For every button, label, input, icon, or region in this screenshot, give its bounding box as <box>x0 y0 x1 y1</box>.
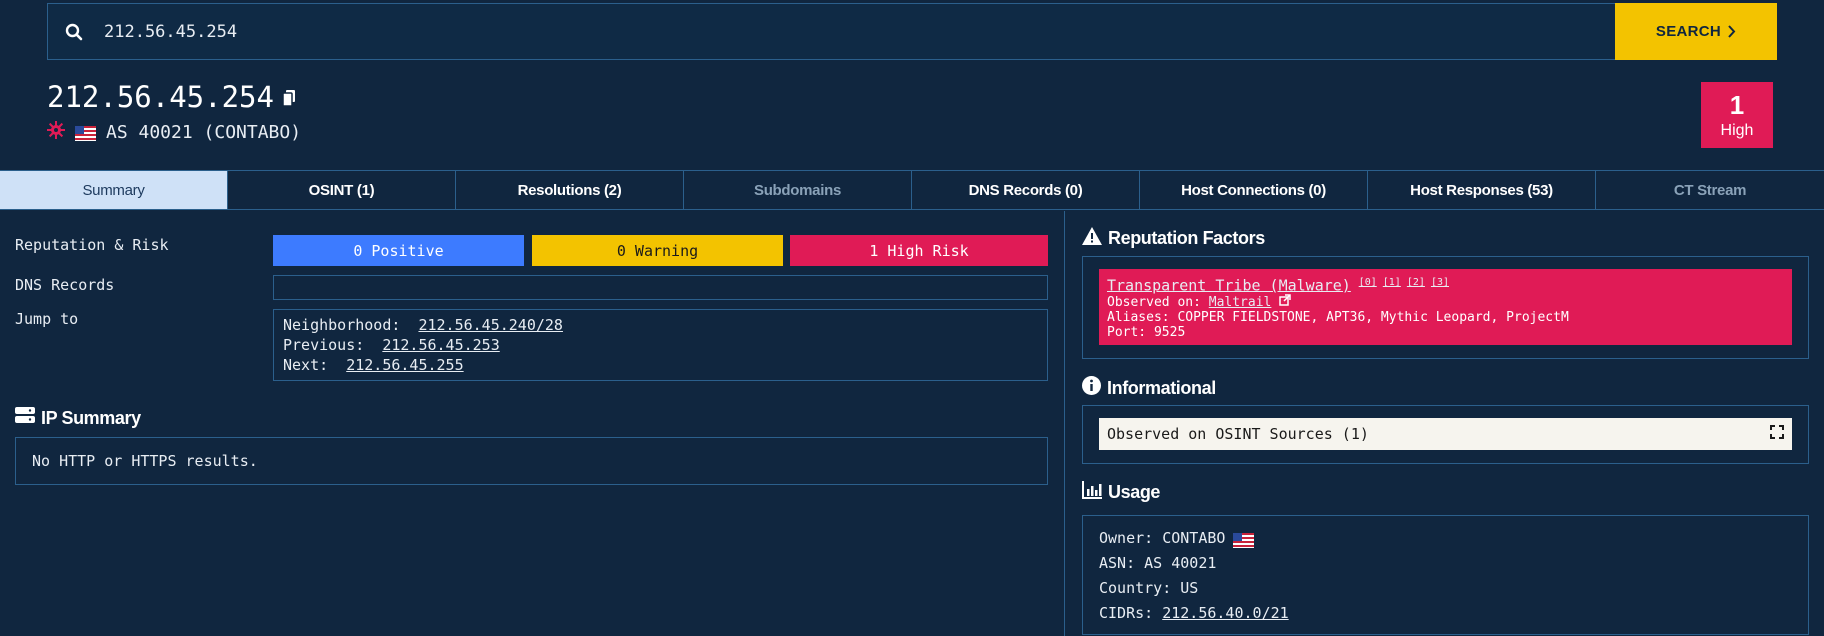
cidrs-label: CIDRs: <box>1099 604 1154 622</box>
owner-row: Owner: CONTABO <box>1099 526 1792 551</box>
previous-row: Previous: 212.56.45.253 <box>283 335 1038 355</box>
us-flag-icon <box>1233 531 1255 548</box>
copy-icon[interactable] <box>282 80 296 114</box>
reputation-factors-title: Reputation Factors <box>1108 228 1265 248</box>
chevron-right-icon <box>1728 25 1736 38</box>
usage-heading: Usage <box>1082 481 1160 504</box>
search-input[interactable] <box>100 4 1727 59</box>
reputation-factor-card: Transparent Tribe (Malware) [0] [1] [2] … <box>1099 269 1792 345</box>
risk-level: High <box>1720 121 1754 139</box>
ip-subtitle: AS 40021 (CONTABO) <box>47 121 301 144</box>
reputation-factors-box: Transparent Tribe (Malware) [0] [1] [2] … <box>1082 256 1809 359</box>
previous-link[interactable]: 212.56.45.253 <box>382 336 499 354</box>
next-link[interactable]: 212.56.45.255 <box>346 356 463 374</box>
search-button-label: SEARCH <box>1655 23 1722 40</box>
tab-resolutions[interactable]: Resolutions (2) <box>456 171 684 209</box>
informational-box: Observed on OSINT Sources (1) <box>1082 405 1809 464</box>
tab-subdomains[interactable]: Subdomains <box>684 171 912 209</box>
panel-divider <box>1064 211 1065 636</box>
warning-icon <box>1082 227 1102 250</box>
ref-link-2[interactable]: [2] <box>1407 277 1425 288</box>
tab-ct-stream[interactable]: CT Stream <box>1596 171 1824 209</box>
server-icon <box>15 407 35 429</box>
external-link-icon[interactable] <box>1279 294 1291 310</box>
ip-address: 212.56.45.254 <box>47 80 274 114</box>
ref-link-0[interactable]: [0] <box>1359 277 1377 288</box>
next-label: Next: <box>283 356 329 374</box>
expand-icon[interactable] <box>1770 425 1784 443</box>
jump-to-label: Jump to <box>15 310 79 328</box>
reputation-factors-heading: Reputation Factors <box>1082 227 1265 250</box>
warning-badge: 0 Warning <box>532 235 783 266</box>
reputation-label: Reputation & Risk <box>15 236 169 254</box>
neighborhood-link[interactable]: 212.56.45.240/28 <box>418 316 563 334</box>
osint-sources-text: Observed on OSINT Sources (1) <box>1107 425 1369 443</box>
port-text: Port: 9525 <box>1107 325 1186 341</box>
tab-dns-records[interactable]: DNS Records (0) <box>912 171 1140 209</box>
tab-osint[interactable]: OSINT (1) <box>228 171 456 209</box>
tab-bar: Summary OSINT (1) Resolutions (2) Subdom… <box>0 170 1824 210</box>
malware-icon <box>47 121 65 144</box>
owner-text: Owner: CONTABO <box>1099 529 1226 547</box>
observed-row: Observed on: Maltrail <box>1107 294 1784 310</box>
dns-records-box <box>273 275 1048 300</box>
cidrs-row: CIDRs: 212.56.40.0/21 <box>1099 601 1792 626</box>
ip-summary-heading: IP Summary <box>15 407 141 429</box>
ref-link-3[interactable]: [3] <box>1431 277 1449 288</box>
ip-summary-title: IP Summary <box>41 407 141 428</box>
asn-text: AS 40021 (CONTABO) <box>106 122 302 143</box>
ref-link-1[interactable]: [1] <box>1383 277 1401 288</box>
osint-sources-item[interactable]: Observed on OSINT Sources (1) <box>1099 418 1792 450</box>
chart-bar-icon <box>1082 481 1102 504</box>
info-icon <box>1082 376 1101 400</box>
high-risk-badge: 1 High Risk <box>790 235 1048 266</box>
usage-title: Usage <box>1108 482 1161 502</box>
previous-label: Previous: <box>283 336 365 354</box>
malware-name-link[interactable]: Transparent Tribe (Malware) <box>1107 276 1351 294</box>
search-icon <box>48 3 100 60</box>
informational-heading: Informational <box>1082 376 1216 400</box>
usage-box: Owner: CONTABO ASN: AS 40021 Country: US… <box>1082 515 1809 635</box>
search-button[interactable]: SEARCH <box>1615 3 1777 60</box>
maltrail-link[interactable]: Maltrail <box>1209 295 1272 310</box>
positive-badge: 0 Positive <box>273 235 524 266</box>
cidrs-link[interactable]: 212.56.40.0/21 <box>1162 604 1288 622</box>
ip-summary-box: No HTTP or HTTPS results. <box>15 437 1048 485</box>
tab-host-responses[interactable]: Host Responses (53) <box>1368 171 1596 209</box>
observed-label: Observed on: <box>1107 295 1201 311</box>
next-row: Next: 212.56.45.255 <box>283 355 1038 375</box>
us-flag-icon <box>75 125 96 141</box>
asn-row: ASN: AS 40021 <box>1099 554 1217 572</box>
jump-to-box: Neighborhood: 212.56.45.240/28 Previous:… <box>273 309 1048 381</box>
risk-badge: 1 High <box>1701 82 1773 148</box>
tab-summary[interactable]: Summary <box>0 171 228 209</box>
dns-records-label: DNS Records <box>15 276 115 294</box>
risk-count: 1 <box>1729 89 1745 120</box>
country-row: Country: US <box>1099 579 1199 597</box>
informational-title: Informational <box>1107 377 1216 398</box>
page-title: 212.56.45.254 <box>47 80 296 114</box>
neighborhood-row: Neighborhood: 212.56.45.240/28 <box>283 315 1038 335</box>
tab-host-connections[interactable]: Host Connections (0) <box>1140 171 1368 209</box>
ip-summary-message: No HTTP or HTTPS results. <box>32 452 258 470</box>
aliases-text: Aliases: COPPER FIELDSTONE, APT36, Mythi… <box>1107 310 1569 326</box>
neighborhood-label: Neighborhood: <box>283 316 401 334</box>
search-bar <box>47 3 1776 60</box>
